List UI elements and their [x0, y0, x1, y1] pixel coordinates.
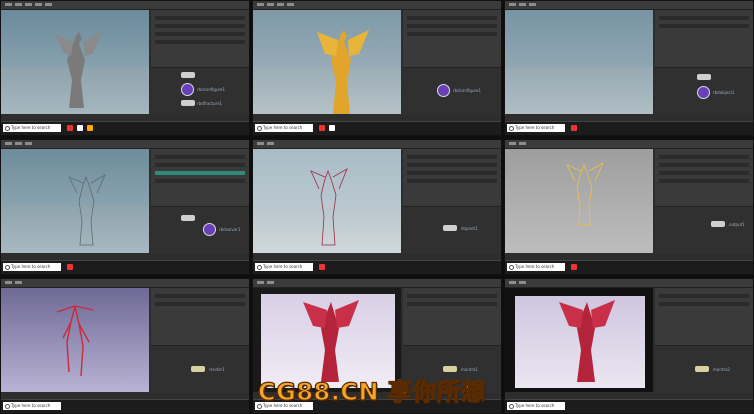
node-box[interactable] [181, 215, 195, 221]
3d-viewport[interactable] [505, 10, 653, 114]
node-label: rbdconfigure1 [453, 88, 482, 93]
windows-taskbar: Type here to search [253, 121, 501, 135]
search-icon [5, 126, 10, 131]
app-icon[interactable] [319, 264, 325, 270]
windows-taskbar: Type here to search [1, 399, 249, 413]
wireframe-statue-icon [566, 161, 604, 226]
node-network[interactable]: output1 [655, 206, 753, 254]
houdini-node-icon[interactable] [181, 83, 194, 96]
node-box[interactable] [711, 221, 725, 227]
wireframe-statue-icon [68, 174, 106, 246]
houdini-node-icon[interactable] [203, 223, 216, 236]
menu-bar[interactable] [505, 279, 753, 288]
tile-r3c3: mantra2 Type here to search [504, 278, 754, 414]
taskbar-search[interactable]: Type here to search [3, 402, 61, 410]
windows-taskbar: Type here to search [505, 260, 753, 274]
render-viewport[interactable] [505, 288, 653, 392]
menu-bar[interactable] [505, 140, 753, 149]
statue-model-icon [55, 32, 101, 108]
node-label: dopnet1 [461, 226, 478, 231]
app-icon[interactable] [571, 125, 577, 131]
search-icon [257, 265, 262, 270]
render-viewport[interactable] [1, 288, 149, 392]
taskbar-search[interactable]: Type here to search [507, 263, 565, 271]
windows-taskbar: Type here to search [1, 121, 249, 135]
3d-viewport[interactable] [1, 149, 149, 253]
node-network[interactable]: rbdconfigure1 rbdfracture1 [151, 67, 249, 115]
node-label: mantra2 [713, 367, 731, 372]
fractured-statue-icon [559, 300, 615, 382]
tile-r3c1: render1 Type here to search [0, 278, 250, 414]
node-box[interactable] [181, 100, 195, 106]
windows-taskbar: Type here to search [505, 399, 753, 413]
search-icon [5, 404, 10, 409]
tile-r2c1: rbdsolver1 Type here to search [0, 139, 250, 275]
taskbar-search[interactable]: Type here to search [255, 124, 313, 132]
taskbar-search[interactable]: Type here to search [507, 124, 565, 132]
tile-r2c3: output1 Type here to search [504, 139, 754, 275]
menu-bar[interactable] [253, 140, 501, 149]
houdini-node-icon[interactable] [697, 86, 710, 99]
node-box[interactable] [181, 72, 195, 78]
taskbar-search[interactable]: Type here to search [255, 263, 313, 271]
screenshot-grid: rbdconfigure1 rbdfracture1 Type here to … [0, 0, 754, 414]
taskbar-search[interactable]: Type here to search [507, 402, 565, 410]
windows-taskbar: Type here to search [505, 121, 753, 135]
app-icon[interactable] [329, 125, 335, 131]
windows-taskbar: Type here to search [1, 260, 249, 274]
node-network[interactable]: rbdobject1 [655, 67, 753, 115]
taskbar-search[interactable]: Type here to search [3, 263, 61, 271]
tile-r1c1: rbdconfigure1 rbdfracture1 Type here to … [0, 0, 250, 136]
node-box[interactable] [697, 74, 711, 80]
tile-r1c3: rbdobject1 Type here to search [504, 0, 754, 136]
search-icon [509, 265, 514, 270]
node-network[interactable]: dopnet1 [403, 206, 501, 254]
3d-viewport[interactable] [253, 10, 401, 114]
node-network[interactable]: mantra2 [655, 345, 753, 393]
taskbar-search[interactable]: Type here to search [3, 124, 61, 132]
3d-viewport[interactable] [253, 149, 401, 253]
node-label: rbdconfigure1 [197, 87, 226, 92]
fractured-statue-icon [56, 305, 94, 377]
node-box[interactable] [191, 366, 205, 372]
app-icon[interactable] [319, 125, 325, 131]
menu-bar[interactable] [1, 279, 249, 288]
node-label: output1 [729, 222, 745, 227]
node-network[interactable]: render1 [151, 345, 249, 393]
3d-viewport[interactable] [1, 10, 149, 114]
node-box[interactable] [695, 366, 709, 372]
search-icon [509, 126, 514, 131]
tile-r1c2: rbdconfigure1 Type here to search [252, 0, 502, 136]
search-icon [509, 404, 514, 409]
menu-bar[interactable] [505, 1, 753, 10]
app-icon[interactable] [571, 264, 577, 270]
search-icon [257, 126, 262, 131]
tile-r2c2: dopnet1 Type here to search [252, 139, 502, 275]
app-icon[interactable] [77, 125, 83, 131]
windows-taskbar: Type here to search [253, 260, 501, 274]
menu-bar[interactable] [253, 279, 501, 288]
app-icon[interactable] [67, 125, 73, 131]
houdini-node-icon[interactable] [437, 84, 450, 97]
3d-viewport[interactable] [505, 149, 653, 253]
app-icon[interactable] [87, 125, 93, 131]
node-label: rbdsolver1 [219, 227, 241, 232]
node-label: rbdfracture1 [197, 101, 223, 106]
menu-bar[interactable] [1, 1, 249, 10]
node-network[interactable]: rbdconfigure1 [403, 67, 501, 115]
menu-bar[interactable] [253, 1, 501, 10]
node-label: render1 [209, 367, 225, 372]
app-icon[interactable] [67, 264, 73, 270]
statue-model-icon [317, 30, 369, 114]
node-label: rbdobject1 [713, 90, 735, 95]
watermark-text: CG88.CN 享你所想 [257, 377, 486, 406]
wireframe-statue-icon [310, 168, 348, 246]
menu-bar[interactable] [1, 140, 249, 149]
node-network[interactable]: rbdsolver1 [151, 206, 249, 254]
search-icon [5, 265, 10, 270]
node-box[interactable] [443, 225, 457, 231]
